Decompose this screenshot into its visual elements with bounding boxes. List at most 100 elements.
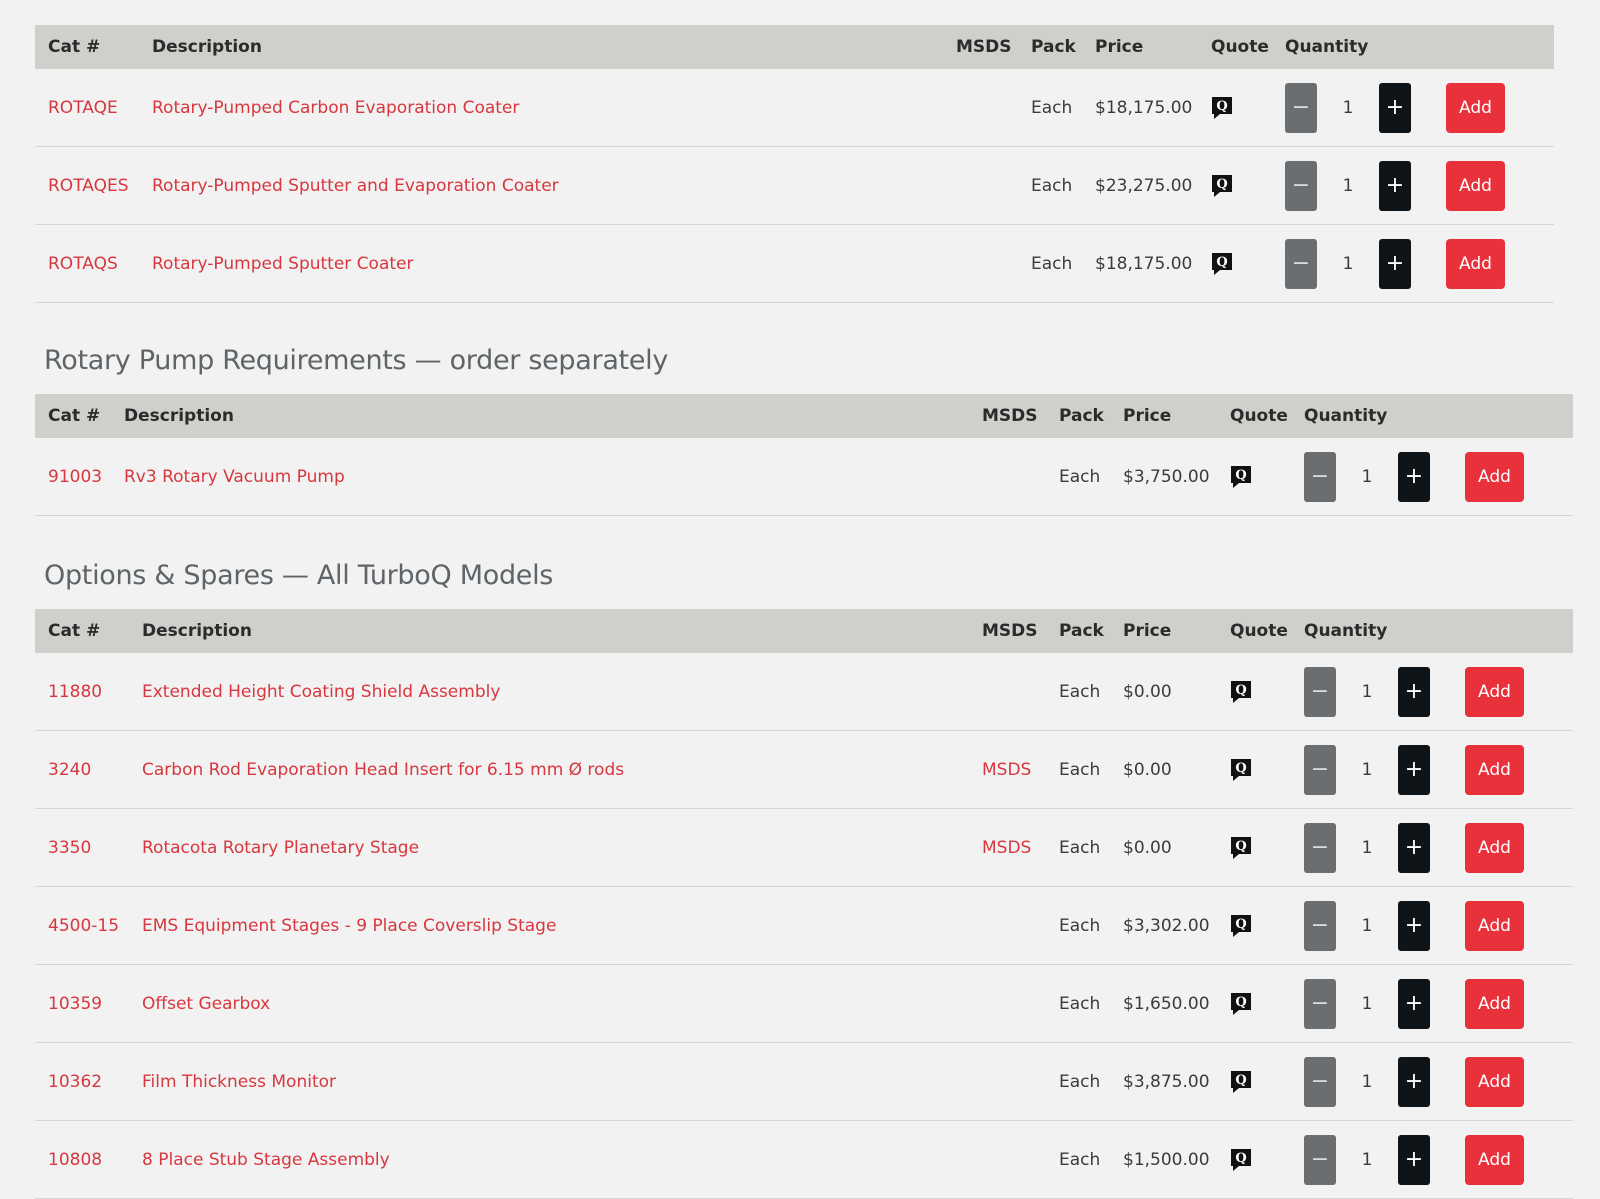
- cat-number-link[interactable]: 4500-15: [48, 916, 119, 936]
- plus-icon: +: [1404, 757, 1424, 782]
- decrease-quantity-button[interactable]: −: [1304, 666, 1336, 717]
- svg-text:Q: Q: [1235, 839, 1246, 854]
- decrease-quantity-button[interactable]: −: [1285, 238, 1317, 289]
- cat-number-link[interactable]: 3240: [48, 760, 91, 780]
- description-link[interactable]: EMS Equipment Stages - 9 Place Coverslip…: [142, 916, 556, 936]
- svg-text:Q: Q: [1216, 177, 1227, 192]
- description-link[interactable]: Rotary-Pumped Sputter Coater: [152, 254, 414, 274]
- add-to-cart-button[interactable]: Add: [1465, 900, 1524, 951]
- quote-speech-bubble-icon[interactable]: Q: [1230, 1148, 1252, 1172]
- quote-speech-bubble-icon[interactable]: Q: [1211, 96, 1233, 120]
- quote-speech-bubble-icon[interactable]: Q: [1230, 1070, 1252, 1094]
- msds-link[interactable]: MSDS: [982, 760, 1031, 780]
- add-to-cart-button[interactable]: Add: [1446, 82, 1505, 133]
- description-link[interactable]: Rotary-Pumped Carbon Evaporation Coater: [152, 98, 519, 118]
- pack-cell: Each: [1059, 1120, 1123, 1199]
- msds-link[interactable]: MSDS: [982, 838, 1031, 858]
- description-link[interactable]: Carbon Rod Evaporation Head Insert for 6…: [142, 760, 624, 780]
- price-cell: $0.00: [1123, 730, 1230, 809]
- quantity-input[interactable]: 1: [1317, 98, 1379, 118]
- cat-number-link[interactable]: 10808: [48, 1150, 102, 1170]
- quantity-input[interactable]: 1: [1336, 1072, 1398, 1092]
- cat-number-link[interactable]: 10359: [48, 994, 102, 1014]
- decrease-quantity-button[interactable]: −: [1285, 160, 1317, 211]
- quote-speech-bubble-icon[interactable]: Q: [1211, 174, 1233, 198]
- increase-quantity-button[interactable]: +: [1398, 822, 1430, 873]
- quantity-input[interactable]: 1: [1336, 1150, 1398, 1170]
- price-cell: $3,875.00: [1123, 1042, 1230, 1121]
- quote-speech-bubble-icon[interactable]: Q: [1230, 836, 1252, 860]
- quote-speech-bubble-icon[interactable]: Q: [1230, 465, 1252, 489]
- increase-quantity-button[interactable]: +: [1398, 744, 1430, 795]
- decrease-quantity-button[interactable]: −: [1304, 1056, 1336, 1107]
- column-header-quantity: Quantity: [1304, 609, 1465, 653]
- increase-quantity-button[interactable]: +: [1379, 238, 1411, 289]
- cat-number-link[interactable]: ROTAQES: [48, 176, 129, 196]
- description-link[interactable]: Extended Height Coating Shield Assembly: [142, 682, 500, 702]
- table-row: ROTAQE Rotary-Pumped Carbon Evaporation …: [35, 69, 1554, 147]
- add-to-cart-button[interactable]: Add: [1446, 238, 1505, 289]
- quote-speech-bubble-icon[interactable]: Q: [1230, 680, 1252, 704]
- description-link[interactable]: Rv3 Rotary Vacuum Pump: [124, 467, 345, 487]
- svg-text:Q: Q: [1216, 255, 1227, 270]
- cat-number-link[interactable]: 3350: [48, 838, 91, 858]
- cat-number-link[interactable]: 10362: [48, 1072, 102, 1092]
- quantity-input[interactable]: 1: [1336, 760, 1398, 780]
- description-link[interactable]: Rotacota Rotary Planetary Stage: [142, 838, 419, 858]
- plus-icon: +: [1385, 95, 1405, 120]
- increase-quantity-button[interactable]: +: [1379, 82, 1411, 133]
- add-to-cart-button[interactable]: Add: [1465, 666, 1524, 717]
- increase-quantity-button[interactable]: +: [1379, 160, 1411, 211]
- quantity-input[interactable]: 1: [1317, 254, 1379, 274]
- increase-quantity-button[interactable]: +: [1398, 900, 1430, 951]
- quantity-input[interactable]: 1: [1336, 916, 1398, 936]
- cat-number-link[interactable]: ROTAQS: [48, 254, 118, 274]
- add-to-cart-button[interactable]: Add: [1465, 1134, 1524, 1185]
- add-to-cart-button[interactable]: Add: [1446, 160, 1505, 211]
- increase-quantity-button[interactable]: +: [1398, 1056, 1430, 1107]
- table-row: 3240 Carbon Rod Evaporation Head Insert …: [35, 730, 1573, 809]
- description-link[interactable]: 8 Place Stub Stage Assembly: [142, 1150, 390, 1170]
- column-header-add: [1465, 609, 1573, 653]
- add-to-cart-button[interactable]: Add: [1465, 1056, 1524, 1107]
- table-body: 91003 Rv3 Rotary Vacuum Pump Each $3,750…: [35, 438, 1573, 516]
- decrease-quantity-button[interactable]: −: [1304, 744, 1336, 795]
- increase-quantity-button[interactable]: +: [1398, 666, 1430, 717]
- decrease-quantity-button[interactable]: −: [1285, 82, 1317, 133]
- increase-quantity-button[interactable]: +: [1398, 451, 1430, 502]
- increase-quantity-button[interactable]: +: [1398, 1134, 1430, 1185]
- quote-speech-bubble-icon[interactable]: Q: [1230, 914, 1252, 938]
- column-header-add: [1465, 394, 1573, 438]
- quantity-input[interactable]: 1: [1336, 467, 1398, 487]
- rotary-pump-table: Cat # Description MSDS Pack Price Quote …: [35, 394, 1573, 516]
- decrease-quantity-button[interactable]: −: [1304, 451, 1336, 502]
- quantity-input[interactable]: 1: [1336, 838, 1398, 858]
- decrease-quantity-button[interactable]: −: [1304, 978, 1336, 1029]
- decrease-quantity-button[interactable]: −: [1304, 822, 1336, 873]
- table-header-row: Cat # Description MSDS Pack Price Quote …: [35, 25, 1554, 69]
- increase-quantity-button[interactable]: +: [1398, 978, 1430, 1029]
- quantity-stepper: − 1 +: [1304, 1056, 1465, 1107]
- quote-speech-bubble-icon[interactable]: Q: [1230, 992, 1252, 1016]
- quantity-input[interactable]: 1: [1336, 682, 1398, 702]
- add-to-cart-button[interactable]: Add: [1465, 744, 1524, 795]
- description-link[interactable]: Rotary-Pumped Sputter and Evaporation Co…: [152, 176, 559, 196]
- decrease-quantity-button[interactable]: −: [1304, 1134, 1336, 1185]
- svg-text:Q: Q: [1216, 99, 1227, 114]
- table-row: ROTAQES Rotary-Pumped Sputter and Evapor…: [35, 146, 1554, 225]
- cat-number-link[interactable]: 11880: [48, 682, 102, 702]
- description-link[interactable]: Offset Gearbox: [142, 994, 270, 1014]
- column-header-pack: Pack: [1059, 609, 1123, 653]
- add-to-cart-button[interactable]: Add: [1465, 451, 1524, 502]
- decrease-quantity-button[interactable]: −: [1304, 900, 1336, 951]
- pack-cell: Each: [1059, 1042, 1123, 1121]
- cat-number-link[interactable]: 91003: [48, 467, 102, 487]
- quantity-input[interactable]: 1: [1336, 994, 1398, 1014]
- quantity-input[interactable]: 1: [1317, 176, 1379, 196]
- quote-speech-bubble-icon[interactable]: Q: [1211, 252, 1233, 276]
- quote-speech-bubble-icon[interactable]: Q: [1230, 758, 1252, 782]
- cat-number-link[interactable]: ROTAQE: [48, 98, 118, 118]
- description-link[interactable]: Film Thickness Monitor: [142, 1072, 336, 1092]
- add-to-cart-button[interactable]: Add: [1465, 822, 1524, 873]
- add-to-cart-button[interactable]: Add: [1465, 978, 1524, 1029]
